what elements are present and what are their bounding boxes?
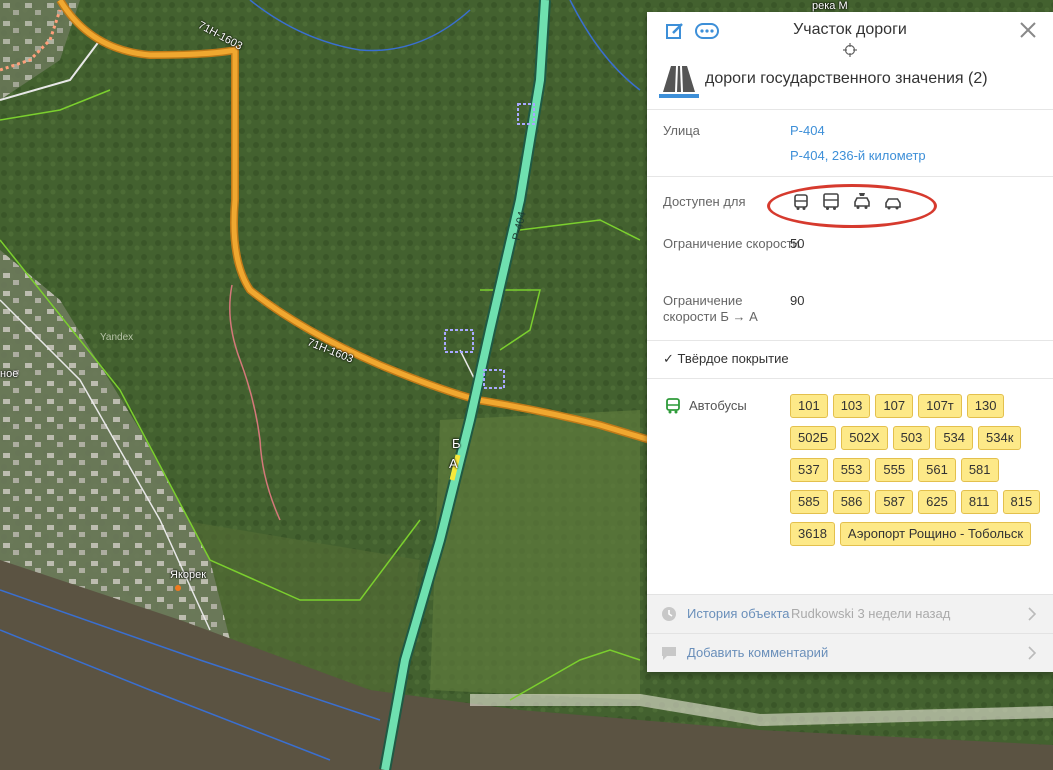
bus-route-chip[interactable]: 534к bbox=[978, 426, 1022, 450]
village-poi[interactable] bbox=[175, 585, 181, 591]
speed-limit-value: 50 bbox=[790, 236, 805, 251]
history-meta: Rudkowski 3 недели назад bbox=[791, 606, 951, 621]
speed-limit-ba-label: Ограничение скорости Б → А bbox=[663, 293, 758, 324]
history-row[interactable]: История объекта Rudkowski 3 недели назад bbox=[647, 594, 1053, 633]
marker-a: А bbox=[449, 456, 458, 471]
add-comment-link[interactable]: Добавить комментарий bbox=[687, 645, 828, 660]
village-label[interactable]: Якорек bbox=[170, 569, 206, 581]
bus-route-chip[interactable]: 553 bbox=[832, 458, 871, 482]
bus-route-chip[interactable]: 815 bbox=[1002, 490, 1041, 514]
map-watermark: Yandex bbox=[100, 332, 134, 343]
bus-route-list: 101 103 107 107т 130 502Б 502Х 503 534 534к 537 553… bbox=[790, 394, 1046, 554]
bus-route-chip[interactable]: 130 bbox=[966, 394, 1005, 418]
bus-route-chip[interactable]: 581 bbox=[960, 458, 999, 482]
comment-icon bbox=[662, 647, 676, 660]
speed-limit-ba-value: 90 bbox=[790, 293, 805, 308]
road-category-text: дороги государственного значения (2) bbox=[705, 70, 988, 87]
panel-title: Участок дороги bbox=[793, 21, 907, 38]
bus-route-chip[interactable]: 107 bbox=[875, 394, 914, 418]
bus-route-chip[interactable]: 103 bbox=[832, 394, 871, 418]
chevron-right-icon[interactable] bbox=[1027, 645, 1037, 661]
bus-route-chip[interactable]: 537 bbox=[790, 458, 828, 482]
bus-route-chip[interactable]: 3618 bbox=[790, 522, 835, 546]
divider bbox=[647, 340, 1053, 341]
bus-route-chip[interactable]: Аэропорт Рощино - Тобольск bbox=[839, 522, 1032, 546]
marker-b: Б bbox=[452, 436, 461, 451]
road-category-icon bbox=[659, 65, 699, 98]
panel-header: Участок дороги bbox=[647, 12, 1053, 57]
history-link[interactable]: История объекта bbox=[687, 606, 790, 621]
buses-label: Автобусы bbox=[689, 398, 747, 413]
bus-route-icon bbox=[666, 398, 680, 414]
bus-route-chip[interactable]: 811 bbox=[960, 490, 998, 514]
bus-route-chip[interactable]: 625 bbox=[918, 490, 956, 514]
road-category: дороги государственного значения (2) bbox=[647, 52, 1053, 110]
bus-route-chip[interactable]: 555 bbox=[875, 458, 914, 482]
surface-type: ✓ Твёрдое покрытие bbox=[663, 351, 789, 366]
road-section-panel: Участок дороги дороги государственного з… bbox=[647, 12, 1053, 672]
clock-icon bbox=[662, 607, 676, 621]
bus-route-chip[interactable]: 586 bbox=[832, 490, 871, 514]
divider bbox=[647, 378, 1053, 379]
village-partial-label: ное bbox=[0, 368, 19, 380]
highlight-oval bbox=[767, 184, 937, 228]
bus-route-chip[interactable]: 585 bbox=[790, 490, 828, 514]
bus-route-chip[interactable]: 534 bbox=[935, 426, 974, 450]
bus-route-chip[interactable]: 561 bbox=[918, 458, 956, 482]
street-label: Улица bbox=[663, 123, 700, 138]
close-icon[interactable] bbox=[1019, 21, 1037, 39]
river-partial-label: река М bbox=[812, 0, 848, 12]
bus-route-chip[interactable]: 502Х bbox=[841, 426, 888, 450]
street-link-r404[interactable]: Р-404 bbox=[790, 123, 825, 138]
bus-route-chip[interactable]: 107т bbox=[918, 394, 962, 418]
bus-route-chip[interactable]: 503 bbox=[892, 426, 931, 450]
speed-limit-label: Ограничение скорости bbox=[663, 236, 800, 251]
street-link-r404-km[interactable]: Р-404, 236-й километр bbox=[790, 148, 926, 163]
chevron-right-icon[interactable] bbox=[1027, 606, 1037, 622]
bus-route-chip[interactable]: 587 bbox=[875, 490, 914, 514]
comment-row[interactable]: Добавить комментарий bbox=[647, 633, 1053, 672]
divider bbox=[647, 176, 1053, 177]
bus-route-chip[interactable]: 502Б bbox=[790, 426, 837, 450]
bus-route-chip[interactable]: 101 bbox=[790, 394, 828, 418]
access-label: Доступен для bbox=[663, 194, 746, 209]
